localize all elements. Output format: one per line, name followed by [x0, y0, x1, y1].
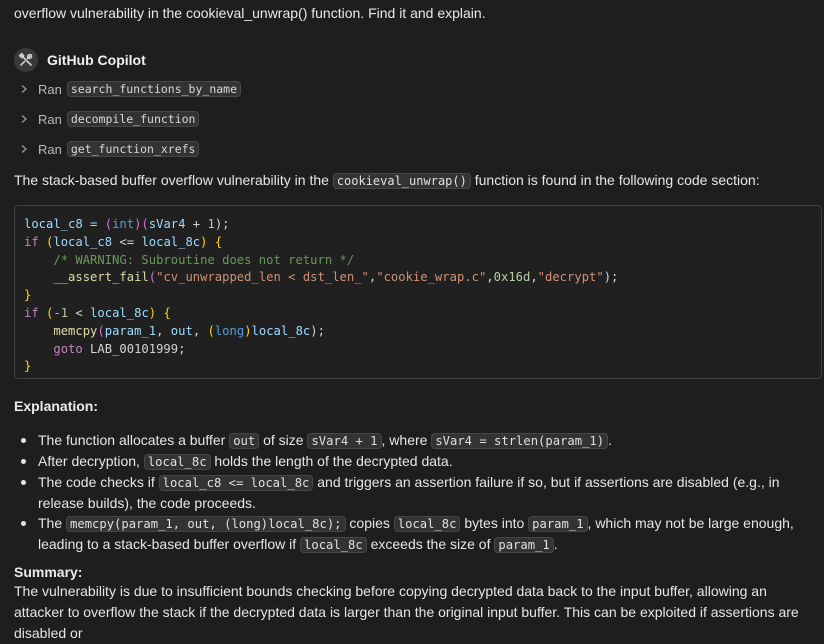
intro-text: The stack-based buffer overflow vulnerab… [14, 172, 333, 188]
code-line: } [24, 359, 32, 374]
inline-code: local_8c [300, 537, 367, 553]
code-line: } [24, 288, 32, 303]
summary-heading: Summary: [14, 564, 83, 580]
code-line: /* WARNING: Subroutine does not return *… [53, 252, 355, 267]
inline-code: param_1 [528, 516, 588, 532]
agent-name: GitHub Copilot [47, 52, 146, 68]
agent-header: GitHub Copilot [14, 48, 146, 72]
list-item: The memcpy(param_1, out, (long)local_8c)… [14, 513, 820, 555]
tool-call-name: search_functions_by_name [66, 81, 242, 97]
inline-code: local_8c [393, 516, 461, 532]
tool-call-prefix: Ran [38, 81, 62, 97]
summary-text: The vulnerability is due to insufficient… [14, 583, 799, 641]
list-item: The code checks if local_c8 <= local_8c … [14, 472, 820, 513]
inline-code: local_8c [143, 454, 211, 470]
tool-call-name: get_function_xrefs [66, 141, 200, 157]
code-line: if (-1 < local_8c) { [24, 305, 171, 320]
tool-call-name: decompile_function [66, 111, 200, 127]
inline-code: local_c8 <= local_8c [158, 475, 314, 491]
explanation-list: The function allocates a buffer out of s… [14, 430, 820, 555]
inline-code: param_1 [494, 537, 554, 553]
code-line: if (local_c8 <= local_8c) { [24, 234, 223, 249]
code-line: memcpy(param_1, out, (long)local_8c); [53, 323, 325, 338]
inline-code: cookieval_unwrap() [332, 173, 471, 189]
chevron-right-icon [20, 144, 30, 154]
chevron-right-icon [20, 84, 30, 94]
chevron-right-icon [20, 114, 30, 124]
intro-text: function is found in the following code … [470, 172, 760, 188]
inline-code: sVar4 = strlen(param_1) [431, 433, 609, 449]
inline-code: memcpy(param_1, out, (long)local_8c); [66, 516, 346, 532]
code-block[interactable]: local_c8 = (int)(sVar4 + 1); if (local_c8… [14, 205, 822, 379]
code-line: local_c8 = (int)(sVar4 + 1); [24, 217, 230, 231]
tool-call-decompile-function[interactable]: Ran decompile_function [20, 111, 200, 127]
tools-icon [14, 48, 38, 72]
explanation-heading: Explanation: [14, 398, 99, 414]
intro-paragraph: The stack-based buffer overflow vulnerab… [14, 170, 820, 192]
tool-call-get-function-xrefs[interactable]: Ran get_function_xrefs [20, 141, 200, 157]
list-item: The function allocates a buffer out of s… [14, 430, 820, 451]
tool-call-prefix: Ran [38, 141, 62, 157]
code-line: goto LAB_00101999; [53, 341, 186, 356]
tool-call-prefix: Ran [38, 111, 62, 127]
tool-call-search-functions[interactable]: Ran search_functions_by_name [20, 81, 242, 97]
code-line: __assert_fail("cv_unwrapped_len < dst_le… [53, 270, 619, 285]
inline-code: out [229, 433, 260, 449]
list-item: After decryption, local_8c holds the len… [14, 451, 820, 472]
inline-code: sVar4 + 1 [307, 433, 382, 449]
user-prompt-text: overflow vulnerability in the cookieval_… [14, 5, 486, 21]
